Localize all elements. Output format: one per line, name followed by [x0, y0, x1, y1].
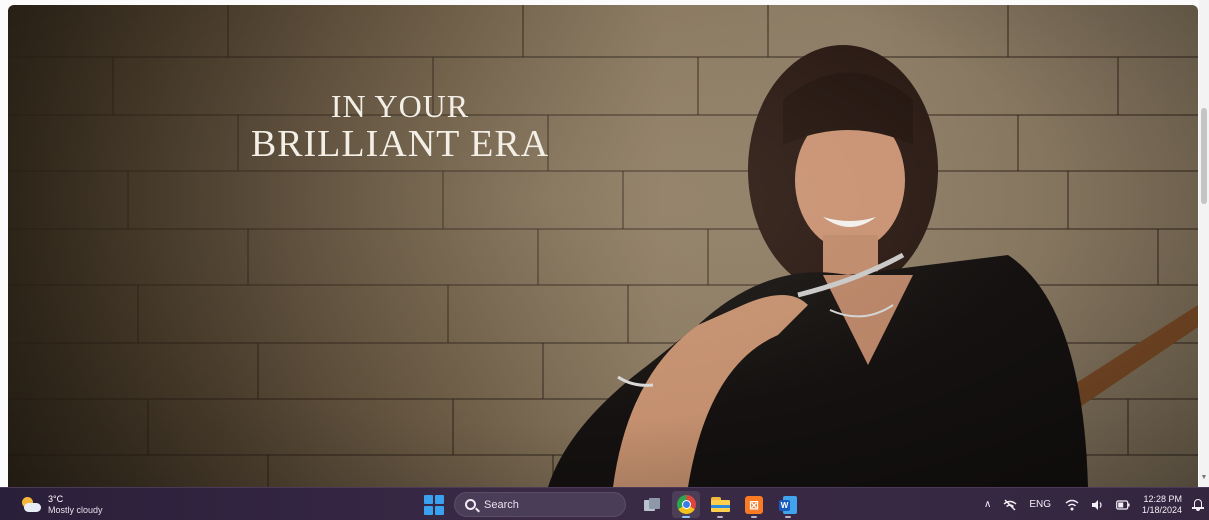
hero-headline: IN YOUR BRILLIANT ERA [240, 89, 560, 165]
scroll-down-arrow-icon[interactable]: ▼ [1200, 474, 1208, 482]
chrome-icon [676, 495, 696, 514]
running-indicator [785, 516, 791, 518]
start-button[interactable] [424, 494, 444, 515]
volume-icon[interactable] [1091, 499, 1104, 511]
windows-taskbar: 3°C Mostly cloudy Search ⊠ W ∧ ENG 12:28… [0, 487, 1209, 520]
task-view-button[interactable] [638, 491, 666, 518]
running-indicator [682, 516, 690, 518]
wifi-icon[interactable] [1065, 499, 1079, 511]
xampp-icon: ⊠ [745, 495, 763, 514]
notification-bell-icon[interactable] [1192, 498, 1205, 511]
page-scrollbar[interactable]: ▼ [1199, 0, 1209, 487]
weather-widget[interactable]: 3°C Mostly cloudy [20, 492, 103, 518]
running-indicator [717, 516, 723, 518]
system-tray: ∧ ENG 12:28 PM 1/18/2024 [984, 491, 1205, 518]
task-view-icon [644, 497, 660, 512]
hero-banner[interactable]: IN YOUR BRILLIANT ERA [8, 5, 1198, 487]
clock-date: 1/18/2024 [1142, 504, 1183, 515]
network-offline-icon[interactable] [1003, 499, 1017, 511]
folder-icon [710, 497, 730, 512]
partly-cloudy-icon [20, 495, 42, 515]
file-explorer-taskbar-button[interactable] [706, 491, 734, 518]
weather-condition: Mostly cloudy [48, 505, 103, 515]
weather-temperature: 3°C [48, 494, 64, 504]
search-label: Search [484, 498, 519, 511]
hero-vignette [8, 5, 1198, 487]
word-icon: W [779, 495, 797, 514]
windows-logo-icon [424, 494, 433, 504]
headline-line-1: IN YOUR [330, 88, 470, 124]
input-language[interactable]: ENG [1029, 499, 1051, 510]
battery-icon[interactable] [1116, 499, 1130, 510]
scrollbar-thumb[interactable] [1201, 108, 1207, 204]
taskbar-center: Search ⊠ W [424, 491, 808, 518]
search-icon [465, 499, 476, 510]
browser-viewport: IN YOUR BRILLIANT ERA ▼ [0, 0, 1209, 487]
taskbar-search[interactable]: Search [454, 492, 626, 517]
word-taskbar-button[interactable]: W [774, 491, 802, 518]
headline-line-2: BRILLIANT ERA [250, 123, 550, 165]
clock[interactable]: 12:28 PM 1/18/2024 [1142, 494, 1182, 516]
show-hidden-icons-button[interactable]: ∧ [984, 499, 991, 510]
xampp-taskbar-button[interactable]: ⊠ [740, 491, 768, 518]
clock-time: 12:28 PM [1143, 493, 1183, 504]
running-indicator [751, 516, 757, 518]
chrome-taskbar-button[interactable] [672, 491, 700, 518]
